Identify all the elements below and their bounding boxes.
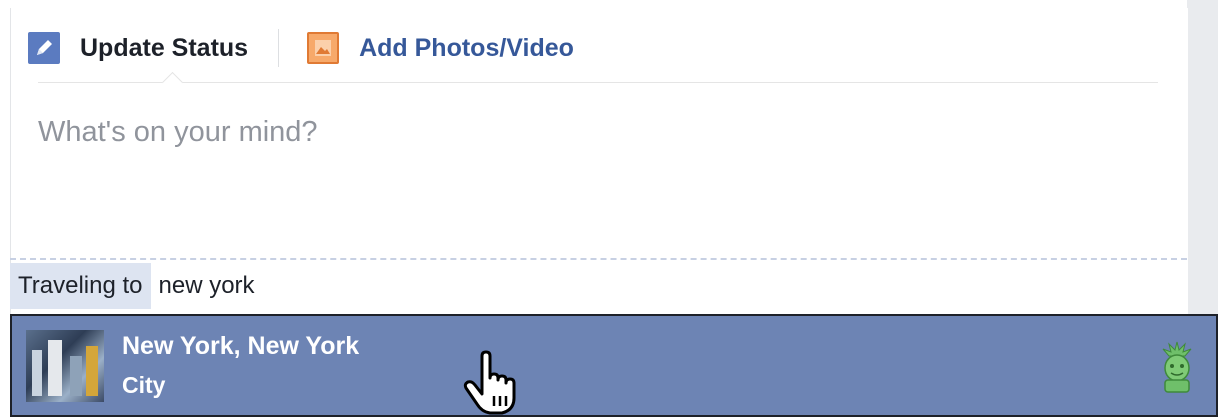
- tab-add-photos-video[interactable]: Add Photos/Video: [279, 28, 574, 68]
- photo-icon: [307, 32, 340, 64]
- tab-add-photos-video-label: Add Photos/Video: [359, 33, 574, 62]
- tabs-divider: [38, 82, 1158, 83]
- suggestion-title: New York, New York: [122, 332, 360, 360]
- tab-update-status[interactable]: Update Status: [28, 28, 278, 68]
- traveling-to-row: Traveling to new york: [10, 262, 1187, 310]
- composer-dashed-separator: [10, 258, 1187, 260]
- new-york-thumbnail: [26, 330, 104, 402]
- tab-update-status-label: Update Status: [80, 33, 249, 62]
- suggestion-subtitle: City: [122, 372, 166, 398]
- status-input[interactable]: What's on your mind?: [38, 112, 1138, 152]
- traveling-to-label: Traveling to: [10, 263, 151, 309]
- statue-of-liberty-icon: [1162, 341, 1192, 393]
- composer-tabs: Update Status Add Photos/Video: [28, 18, 1148, 78]
- hand-cursor-icon: [463, 350, 516, 415]
- traveling-to-input[interactable]: new york: [151, 263, 255, 309]
- location-suggestion-item[interactable]: New York, New York City: [10, 314, 1218, 417]
- pencil-icon: [28, 32, 60, 64]
